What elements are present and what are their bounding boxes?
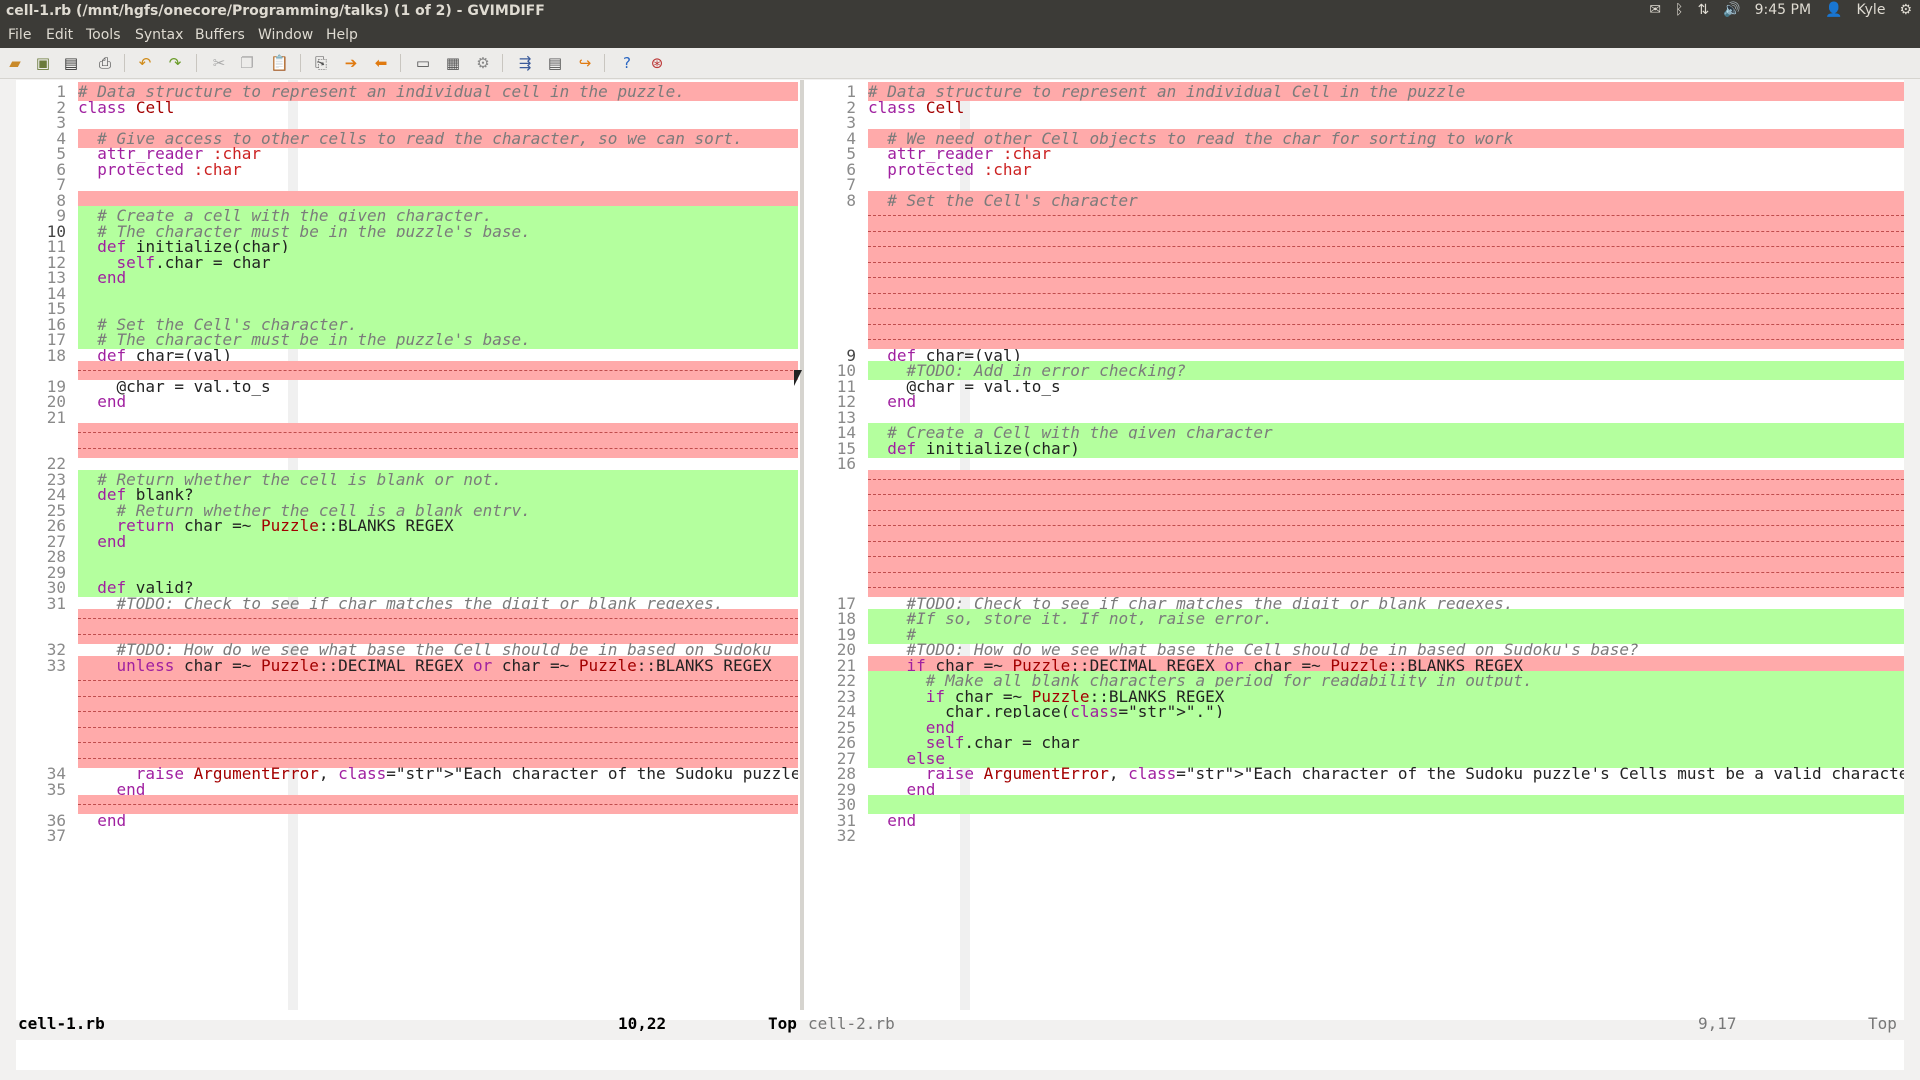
volume-icon[interactable]: 🔊 <box>1723 2 1740 18</box>
right-filename: cell-2.rb <box>808 1014 895 1033</box>
cut-icon[interactable]: ✂ <box>210 54 228 72</box>
find-next-icon[interactable]: ➔ <box>342 54 360 72</box>
status-line-left: cell-1.rb 10,22 Top <box>16 1014 798 1034</box>
code-line[interactable]: 37 <box>16 826 798 845</box>
right-diff-pane[interactable]: 1 # Data structure to represent an indivi… <box>806 80 1904 1010</box>
shell-icon[interactable]: ▤ <box>546 54 564 72</box>
line-text <box>868 826 1904 845</box>
help-icon[interactable]: ? <box>618 54 636 72</box>
left-filename: cell-1.rb <box>18 1014 105 1033</box>
menu-bar: File Edit Tools Syntax Buffers Window He… <box>0 24 1920 48</box>
save-session-icon[interactable]: ▦ <box>444 54 462 72</box>
find-help-icon[interactable]: ⊛ <box>648 54 666 72</box>
line-text <box>78 826 798 845</box>
print-icon[interactable]: ⎙ <box>96 54 114 72</box>
line-number: 37 <box>46 826 66 845</box>
save-icon[interactable]: ▣ <box>34 54 52 72</box>
menu-edit[interactable]: Edit <box>46 27 73 43</box>
command-line[interactable] <box>16 1040 1904 1070</box>
clock[interactable]: 9:45 PM <box>1755 2 1811 18</box>
right-cursor-position: 9,17 <box>1698 1014 1737 1033</box>
run-script-icon[interactable]: ⚙ <box>474 54 492 72</box>
bluetooth-icon[interactable]: ᛒ <box>1675 2 1683 18</box>
left-diff-pane[interactable]: 1 # Data structure to represent an indivi… <box>16 80 798 1010</box>
status-line-right: cell-2.rb 9,17 Top <box>806 1014 1904 1034</box>
code-line[interactable]: 32 <box>806 826 1904 845</box>
window-title: cell-1.rb (/mnt/hgfs/onecore/Programming… <box>6 3 545 19</box>
open-icon[interactable]: ▰ <box>6 54 24 72</box>
line-number: 32 <box>836 826 856 845</box>
left-cursor-position: 10,22 <box>618 1014 667 1033</box>
redo-icon[interactable]: ↷ <box>166 54 184 72</box>
find-replace-icon[interactable]: ⎘ <box>312 54 330 72</box>
toolbar: ▰ ▣ ▤ ⎙ ↶ ↷ ✂ ❐ 📋 ⎘ ➔ ⬅ ▭ ▦ ⚙ ⇶ ▤ ↪ ? ⊛ <box>0 48 1920 79</box>
mouse-pointer <box>794 370 802 386</box>
menu-buffers[interactable]: Buffers <box>195 27 245 43</box>
menu-window[interactable]: Window <box>258 27 313 43</box>
menu-file[interactable]: File <box>8 27 31 43</box>
ctags-icon[interactable]: ↪ <box>576 54 594 72</box>
menu-tools[interactable]: Tools <box>86 27 121 43</box>
save-all-icon[interactable]: ▤ <box>62 54 80 72</box>
load-session-icon[interactable]: ▭ <box>414 54 432 72</box>
copy-icon[interactable]: ❐ <box>238 54 256 72</box>
menu-syntax[interactable]: Syntax <box>135 27 183 43</box>
user-icon: 👤 <box>1825 2 1843 18</box>
user-name[interactable]: Kyle <box>1856 2 1885 18</box>
system-tray: ✉ ᛒ ⇅ 🔊 9:45 PM 👤 Kyle ⚙ <box>1649 2 1912 18</box>
diff-editor: 1 # Data structure to represent an indivi… <box>16 80 1904 1033</box>
title-bar: cell-1.rb (/mnt/hgfs/onecore/Programming… <box>0 0 1920 24</box>
left-scroll-indicator: Top <box>768 1014 797 1033</box>
right-scroll-indicator: Top <box>1868 1014 1897 1033</box>
network-icon[interactable]: ⇅ <box>1697 2 1709 18</box>
find-prev-icon[interactable]: ⬅ <box>372 54 390 72</box>
vertical-split-separator[interactable] <box>800 80 804 1010</box>
gear-icon[interactable]: ⚙ <box>1899 2 1912 18</box>
mail-icon[interactable]: ✉ <box>1649 2 1661 18</box>
undo-icon[interactable]: ↶ <box>136 54 154 72</box>
make-icon[interactable]: ⇶ <box>516 54 534 72</box>
paste-icon[interactable]: 📋 <box>270 54 289 72</box>
menu-help[interactable]: Help <box>326 27 358 43</box>
